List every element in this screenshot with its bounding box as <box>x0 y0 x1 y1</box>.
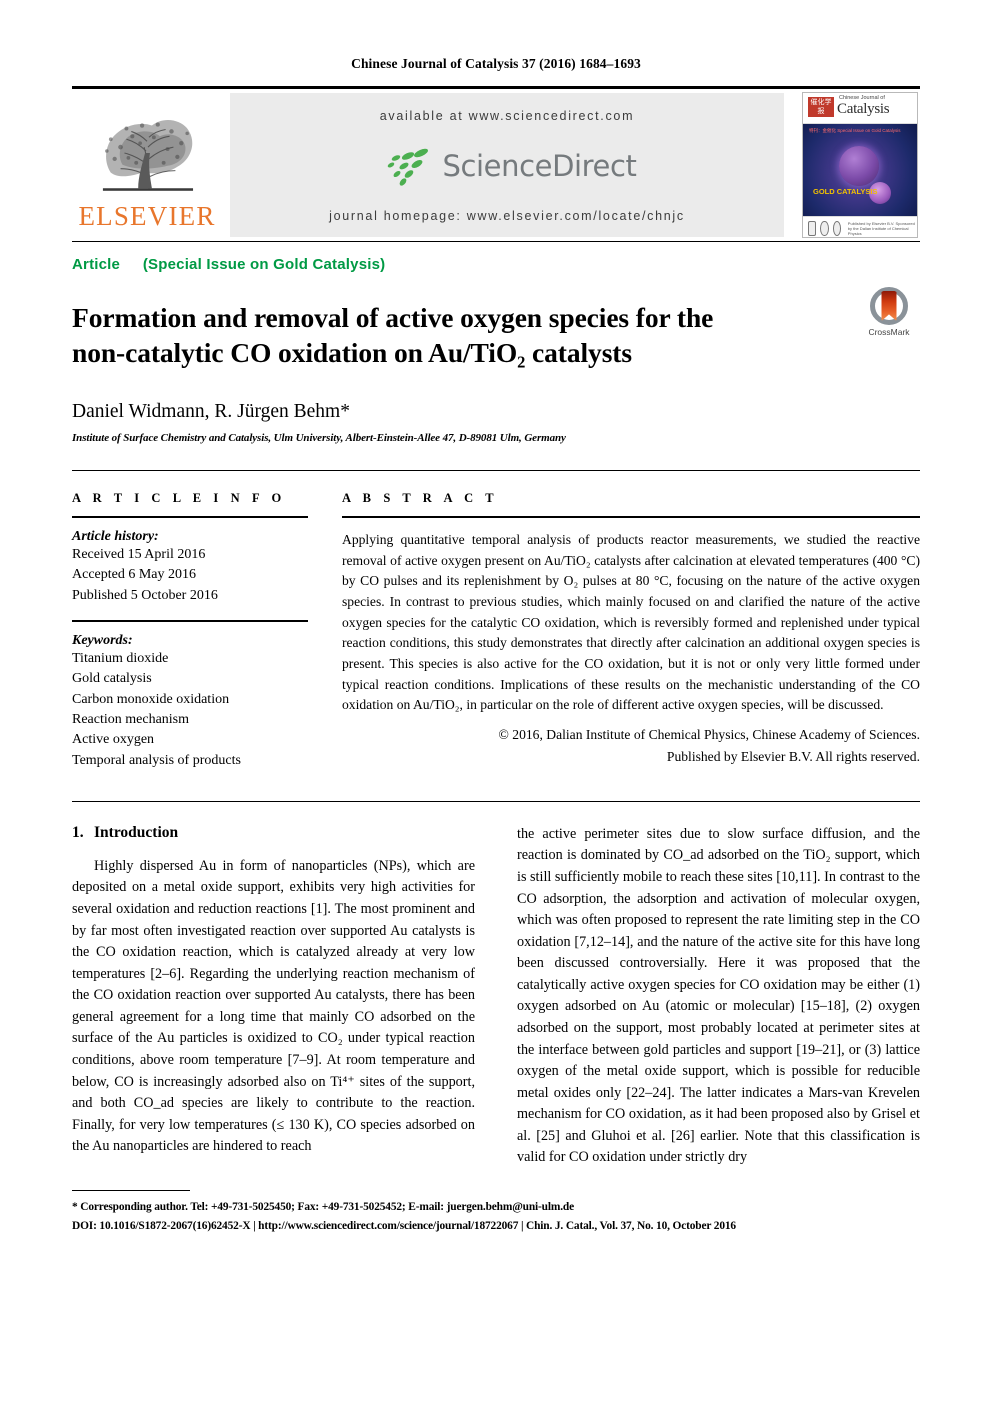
footnote-rule <box>72 1190 190 1192</box>
elsevier-tree-icon <box>93 104 201 200</box>
keyword-item: Temporal analysis of products <box>72 752 241 768</box>
article-info-column: A R T I C L E I N F O Article history: R… <box>72 491 308 771</box>
history-item: Accepted 6 May 2016 <box>72 567 197 583</box>
cover-header: 催化学报 Chinese Journal of Catalysis <box>803 93 917 124</box>
page-title: Formation and removal of active oxygen s… <box>72 301 852 370</box>
journal-homepage-text: journal homepage: www.elsevier.com/locat… <box>329 209 685 223</box>
doi-line[interactable]: DOI: 10.1016/S1872-2067(16)62452-X | htt… <box>72 1217 920 1235</box>
section-title: Introduction <box>94 823 179 841</box>
keyword-item: Gold catalysis <box>72 671 152 687</box>
cover-red-caption: 特刊：金催化 Special Issue on Gold Catalysis <box>809 128 901 133</box>
keyword-item: Titanium dioxide <box>72 651 169 667</box>
masthead-bottom-rule <box>72 241 920 242</box>
affiliation: Institute of Surface Chemistry and Catal… <box>72 432 566 445</box>
title-line-1: Formation and removal of active oxygen s… <box>72 302 714 334</box>
journal-masthead: ELSEVIER available at www.sciencedirect.… <box>72 86 920 241</box>
running-head: Chinese Journal of Catalysis 37 (2016) 1… <box>351 56 641 71</box>
sciencedirect-logo: ScienceDirect <box>377 146 637 186</box>
abstract-heading: A B S T R A C T <box>342 491 499 506</box>
info-abstract-section: A R T I C L E I N F O Article history: R… <box>72 491 920 771</box>
cover-artwork: 特刊：金催化 Special Issue on Gold Catalysis G… <box>803 124 917 216</box>
sciencedirect-wordmark: ScienceDirect <box>442 149 637 183</box>
crossmark-badge[interactable]: CrossMark <box>858 287 920 337</box>
author-list: Daniel Widmann, R. Jürgen Behm* <box>72 401 350 423</box>
keyword-item: Reaction mechanism <box>72 711 190 727</box>
available-at-text: available at www.sciencedirect.com <box>379 109 635 123</box>
article-info-rule <box>72 516 308 519</box>
elsevier-wordmark: ELSEVIER <box>78 201 216 231</box>
crossmark-label: CrossMark <box>868 327 910 337</box>
corresponding-author-note: * Corresponding author. Tel: +49-731-502… <box>72 1201 575 1214</box>
section-number: 1. <box>72 823 84 841</box>
crossmark-icon <box>870 287 908 325</box>
keyword-item: Active oxygen <box>72 732 155 748</box>
title-line-2: non-catalytic CO oxidation on Au/TiO₂ ca… <box>72 337 632 369</box>
body-columns: 1. Introduction Highly dispersed Au in fo… <box>72 824 920 1169</box>
title-row: Formation and removal of active oxygen s… <box>72 283 920 389</box>
leaves-icon <box>377 146 435 186</box>
article-type-line: Article (Special Issue on Gold Catalysis… <box>72 256 920 273</box>
cover-footer-text: Published by Elsevier B.V. Sponsored by … <box>847 220 915 236</box>
journal-cover-thumbnail: 催化学报 Chinese Journal of Catalysis 特刊：金催化… <box>792 89 920 241</box>
body-top-rule <box>72 800 920 802</box>
article-history-label: Article history: <box>72 529 159 545</box>
column-gap <box>308 491 342 771</box>
body-column-left: 1. Introduction Highly dispersed Au in fo… <box>72 824 475 1169</box>
article-type-label: Article <box>72 256 121 273</box>
cover-title-big: Catalysis <box>837 101 890 117</box>
abstract-body: Applying quantitative temporal analysis … <box>342 532 920 713</box>
footnotes: * Corresponding author. Tel: +49-731-502… <box>72 1190 920 1235</box>
nanoparticle-graphic <box>839 146 879 186</box>
sciencedirect-banner: available at www.sciencedirect.com Scien… <box>230 93 784 237</box>
cover-badge-icon-1 <box>808 220 817 236</box>
body-column-right: the active perimeter sites due to slow s… <box>517 824 920 1169</box>
publisher-logo: ELSEVIER <box>72 89 222 241</box>
copyright-line-2: Published by Elsevier B.V. All rights re… <box>666 749 920 765</box>
special-issue-label: (Special Issue on Gold Catalysis) <box>142 256 386 273</box>
abstract-column: A B S T R A C T Applying quantitative te… <box>342 491 920 771</box>
cover-gold-caption: GOLD CATALYSIS <box>813 187 878 196</box>
body-column-gap <box>475 824 517 1169</box>
cover-badge-icon-2 <box>820 220 829 236</box>
article-page: Chinese Journal of Catalysis 37 (2016) 1… <box>0 0 992 1403</box>
history-item: Published 5 October 2016 <box>72 587 218 603</box>
cover-badge-icon-3 <box>832 220 841 236</box>
keyword-item: Carbon monoxide oxidation <box>72 691 230 707</box>
intro-paragraph-right: the active perimeter sites due to slow s… <box>517 825 920 1166</box>
cover-footer: Published by Elsevier B.V. Sponsored by … <box>803 216 917 237</box>
copyright-line-1: © 2016, Dalian Institute of Chemical Phy… <box>498 727 920 743</box>
intro-paragraph-left: Highly dispersed Au in form of nanoparti… <box>72 857 475 1155</box>
history-item: Received 15 April 2016 <box>72 547 206 563</box>
cover-image: 催化学报 Chinese Journal of Catalysis 特刊：金催化… <box>802 92 918 238</box>
cover-chinese-mark: 催化学报 <box>808 97 834 117</box>
abstract-rule <box>342 516 920 519</box>
section-heading-introduction: 1. Introduction <box>72 824 475 842</box>
header-rule <box>72 470 920 472</box>
keywords-label: Keywords: <box>72 633 133 649</box>
article-info-heading: A R T I C L E I N F O <box>72 491 286 506</box>
keywords-rule <box>72 620 308 623</box>
